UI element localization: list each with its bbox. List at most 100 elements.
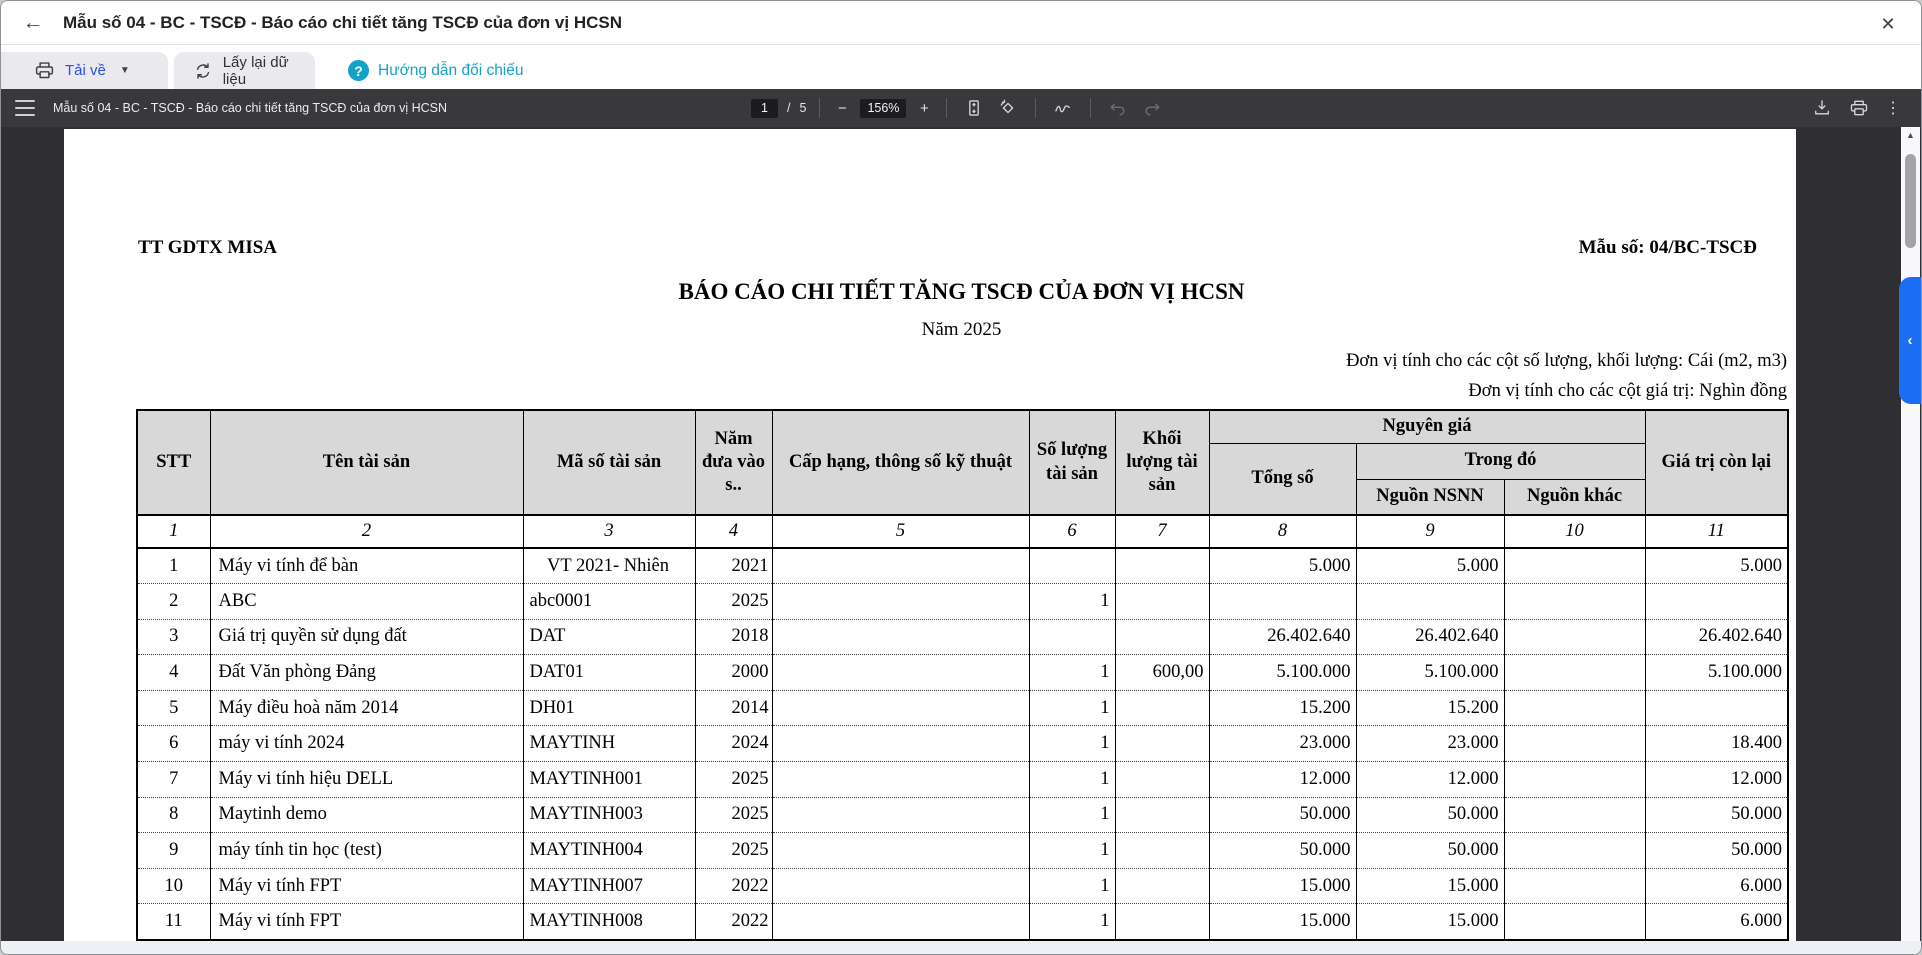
table-cell: DAT xyxy=(523,619,695,655)
zoom-level[interactable]: 156% xyxy=(860,99,906,118)
col-header-trong-do: Trong đó xyxy=(1356,443,1645,479)
report-year: Năm 2025 xyxy=(136,319,1787,341)
table-cell: 15.000 xyxy=(1209,868,1356,904)
table-cell: 18.400 xyxy=(1645,726,1788,762)
table-cell xyxy=(1504,833,1645,869)
vertical-scrollbar[interactable]: ▲ xyxy=(1901,127,1920,943)
pdf-tools xyxy=(963,89,1163,127)
table-cell xyxy=(1504,548,1645,584)
guide-link[interactable]: ? Hướng dẫn đối chiếu xyxy=(348,52,524,89)
column-number: 8 xyxy=(1209,515,1356,548)
table-cell: DH01 xyxy=(523,690,695,726)
table-cell: 5.100.000 xyxy=(1356,655,1504,691)
table-cell xyxy=(772,619,1029,655)
redo-icon[interactable] xyxy=(1141,97,1163,119)
ink-annotation-icon[interactable] xyxy=(1052,97,1074,119)
table-cell: 15.000 xyxy=(1356,868,1504,904)
table-cell xyxy=(772,868,1029,904)
undo-icon[interactable] xyxy=(1107,97,1129,119)
table-row: 5Máy điều hoà năm 2014DH012014115.20015.… xyxy=(137,690,1788,726)
table-cell: 2025 xyxy=(695,584,772,620)
horizontal-scrollbar[interactable] xyxy=(1,941,1921,954)
close-button[interactable]: ✕ xyxy=(1875,11,1901,37)
table-cell: 5.000 xyxy=(1645,548,1788,584)
table-cell: 10 xyxy=(137,868,210,904)
download-button[interactable]: Tải về ▼ xyxy=(1,52,168,89)
back-button[interactable]: ← xyxy=(15,5,51,41)
table-cell: MAYTINH008 xyxy=(523,904,695,940)
table-cell: Maytinh demo xyxy=(210,797,523,833)
table-cell: 15.200 xyxy=(1356,690,1504,726)
table-row: 10Máy vi tính FPTMAYTINH0072022115.00015… xyxy=(137,868,1788,904)
col-header-khoi-luong: Khối lượng tài sản xyxy=(1115,410,1209,515)
table-cell xyxy=(772,762,1029,798)
table-cell: ABC xyxy=(210,584,523,620)
table-cell xyxy=(1504,797,1645,833)
page-number-input[interactable]: 1 xyxy=(751,99,778,118)
table-cell xyxy=(1115,548,1209,584)
scrollbar-thumb[interactable] xyxy=(1905,154,1916,248)
refresh-data-button[interactable]: Lấy lại dữ liệu xyxy=(174,52,315,89)
table-cell: 2024 xyxy=(695,726,772,762)
table-row: 6máy vi tính 2024MAYTINH2024123.00023.00… xyxy=(137,726,1788,762)
table-cell: 5.100.000 xyxy=(1645,655,1788,691)
table-cell xyxy=(1115,904,1209,940)
table-cell xyxy=(1209,584,1356,620)
table-cell: 1 xyxy=(137,548,210,584)
table-cell: 2025 xyxy=(695,797,772,833)
table-cell: 2014 xyxy=(695,690,772,726)
table-row: 4Đất Văn phòng ĐảngDAT0120001600,005.100… xyxy=(137,655,1788,691)
table-cell: 6.000 xyxy=(1645,868,1788,904)
printer-icon xyxy=(33,60,55,82)
table-cell: Máy điều hoà năm 2014 xyxy=(210,690,523,726)
print-icon[interactable] xyxy=(1848,97,1870,119)
table-cell xyxy=(1115,726,1209,762)
table-cell: MAYTINH004 xyxy=(523,833,695,869)
table-cell: 5 xyxy=(137,690,210,726)
divider xyxy=(819,98,820,118)
divider xyxy=(946,98,947,118)
org-name: TT GDTX MISA xyxy=(138,237,277,259)
page-controls: 1 / 5 − 156% + xyxy=(751,89,951,127)
table-cell xyxy=(772,833,1029,869)
table-cell: 26.402.640 xyxy=(1356,619,1504,655)
more-options-icon[interactable]: ⋮ xyxy=(1885,98,1901,118)
table-cell: 2022 xyxy=(695,868,772,904)
table-cell: 3 xyxy=(137,619,210,655)
chevron-down-icon[interactable]: ▼ xyxy=(120,65,130,76)
table-cell: 4 xyxy=(137,655,210,691)
scroll-up-icon[interactable]: ▲ xyxy=(1901,130,1920,140)
table-cell: abc0001 xyxy=(523,584,695,620)
zoom-out-button[interactable]: − xyxy=(833,99,851,117)
table-cell xyxy=(1029,619,1115,655)
chevron-left-icon: ‹ xyxy=(1908,332,1913,349)
table-row: 7Máy vi tính hiệu DELLMAYTINH0012025112.… xyxy=(137,762,1788,798)
download-icon[interactable] xyxy=(1811,97,1833,119)
table-cell: MAYTINH001 xyxy=(523,762,695,798)
table-cell xyxy=(772,690,1029,726)
menu-icon[interactable] xyxy=(15,100,35,116)
page-count: 5 xyxy=(799,101,806,115)
table-cell xyxy=(1504,690,1645,726)
table-cell xyxy=(1115,584,1209,620)
table-cell: 1 xyxy=(1029,690,1115,726)
fit-page-icon[interactable] xyxy=(963,97,985,119)
question-icon: ? xyxy=(348,60,369,81)
table-cell: 2025 xyxy=(695,762,772,798)
table-cell: 5.000 xyxy=(1356,548,1504,584)
table-cell xyxy=(772,726,1029,762)
table-cell xyxy=(1029,548,1115,584)
col-header-nam: Năm đưa vào s.. xyxy=(695,410,772,515)
rotate-icon[interactable] xyxy=(997,97,1019,119)
col-header-ten: Tên tài sản xyxy=(210,410,523,515)
report-title: BÁO CÁO CHI TIẾT TĂNG TSCĐ CỦA ĐƠN VỊ HC… xyxy=(136,279,1787,305)
table-cell: 7 xyxy=(137,762,210,798)
table-cell: 12.000 xyxy=(1645,762,1788,798)
table-cell xyxy=(1115,797,1209,833)
zoom-in-button[interactable]: + xyxy=(915,99,933,117)
table-cell: 8 xyxy=(137,797,210,833)
table-cell: 2022 xyxy=(695,904,772,940)
table-cell: 26.402.640 xyxy=(1645,619,1788,655)
table-cell xyxy=(772,797,1029,833)
side-panel-toggle[interactable]: ‹ xyxy=(1899,277,1921,404)
